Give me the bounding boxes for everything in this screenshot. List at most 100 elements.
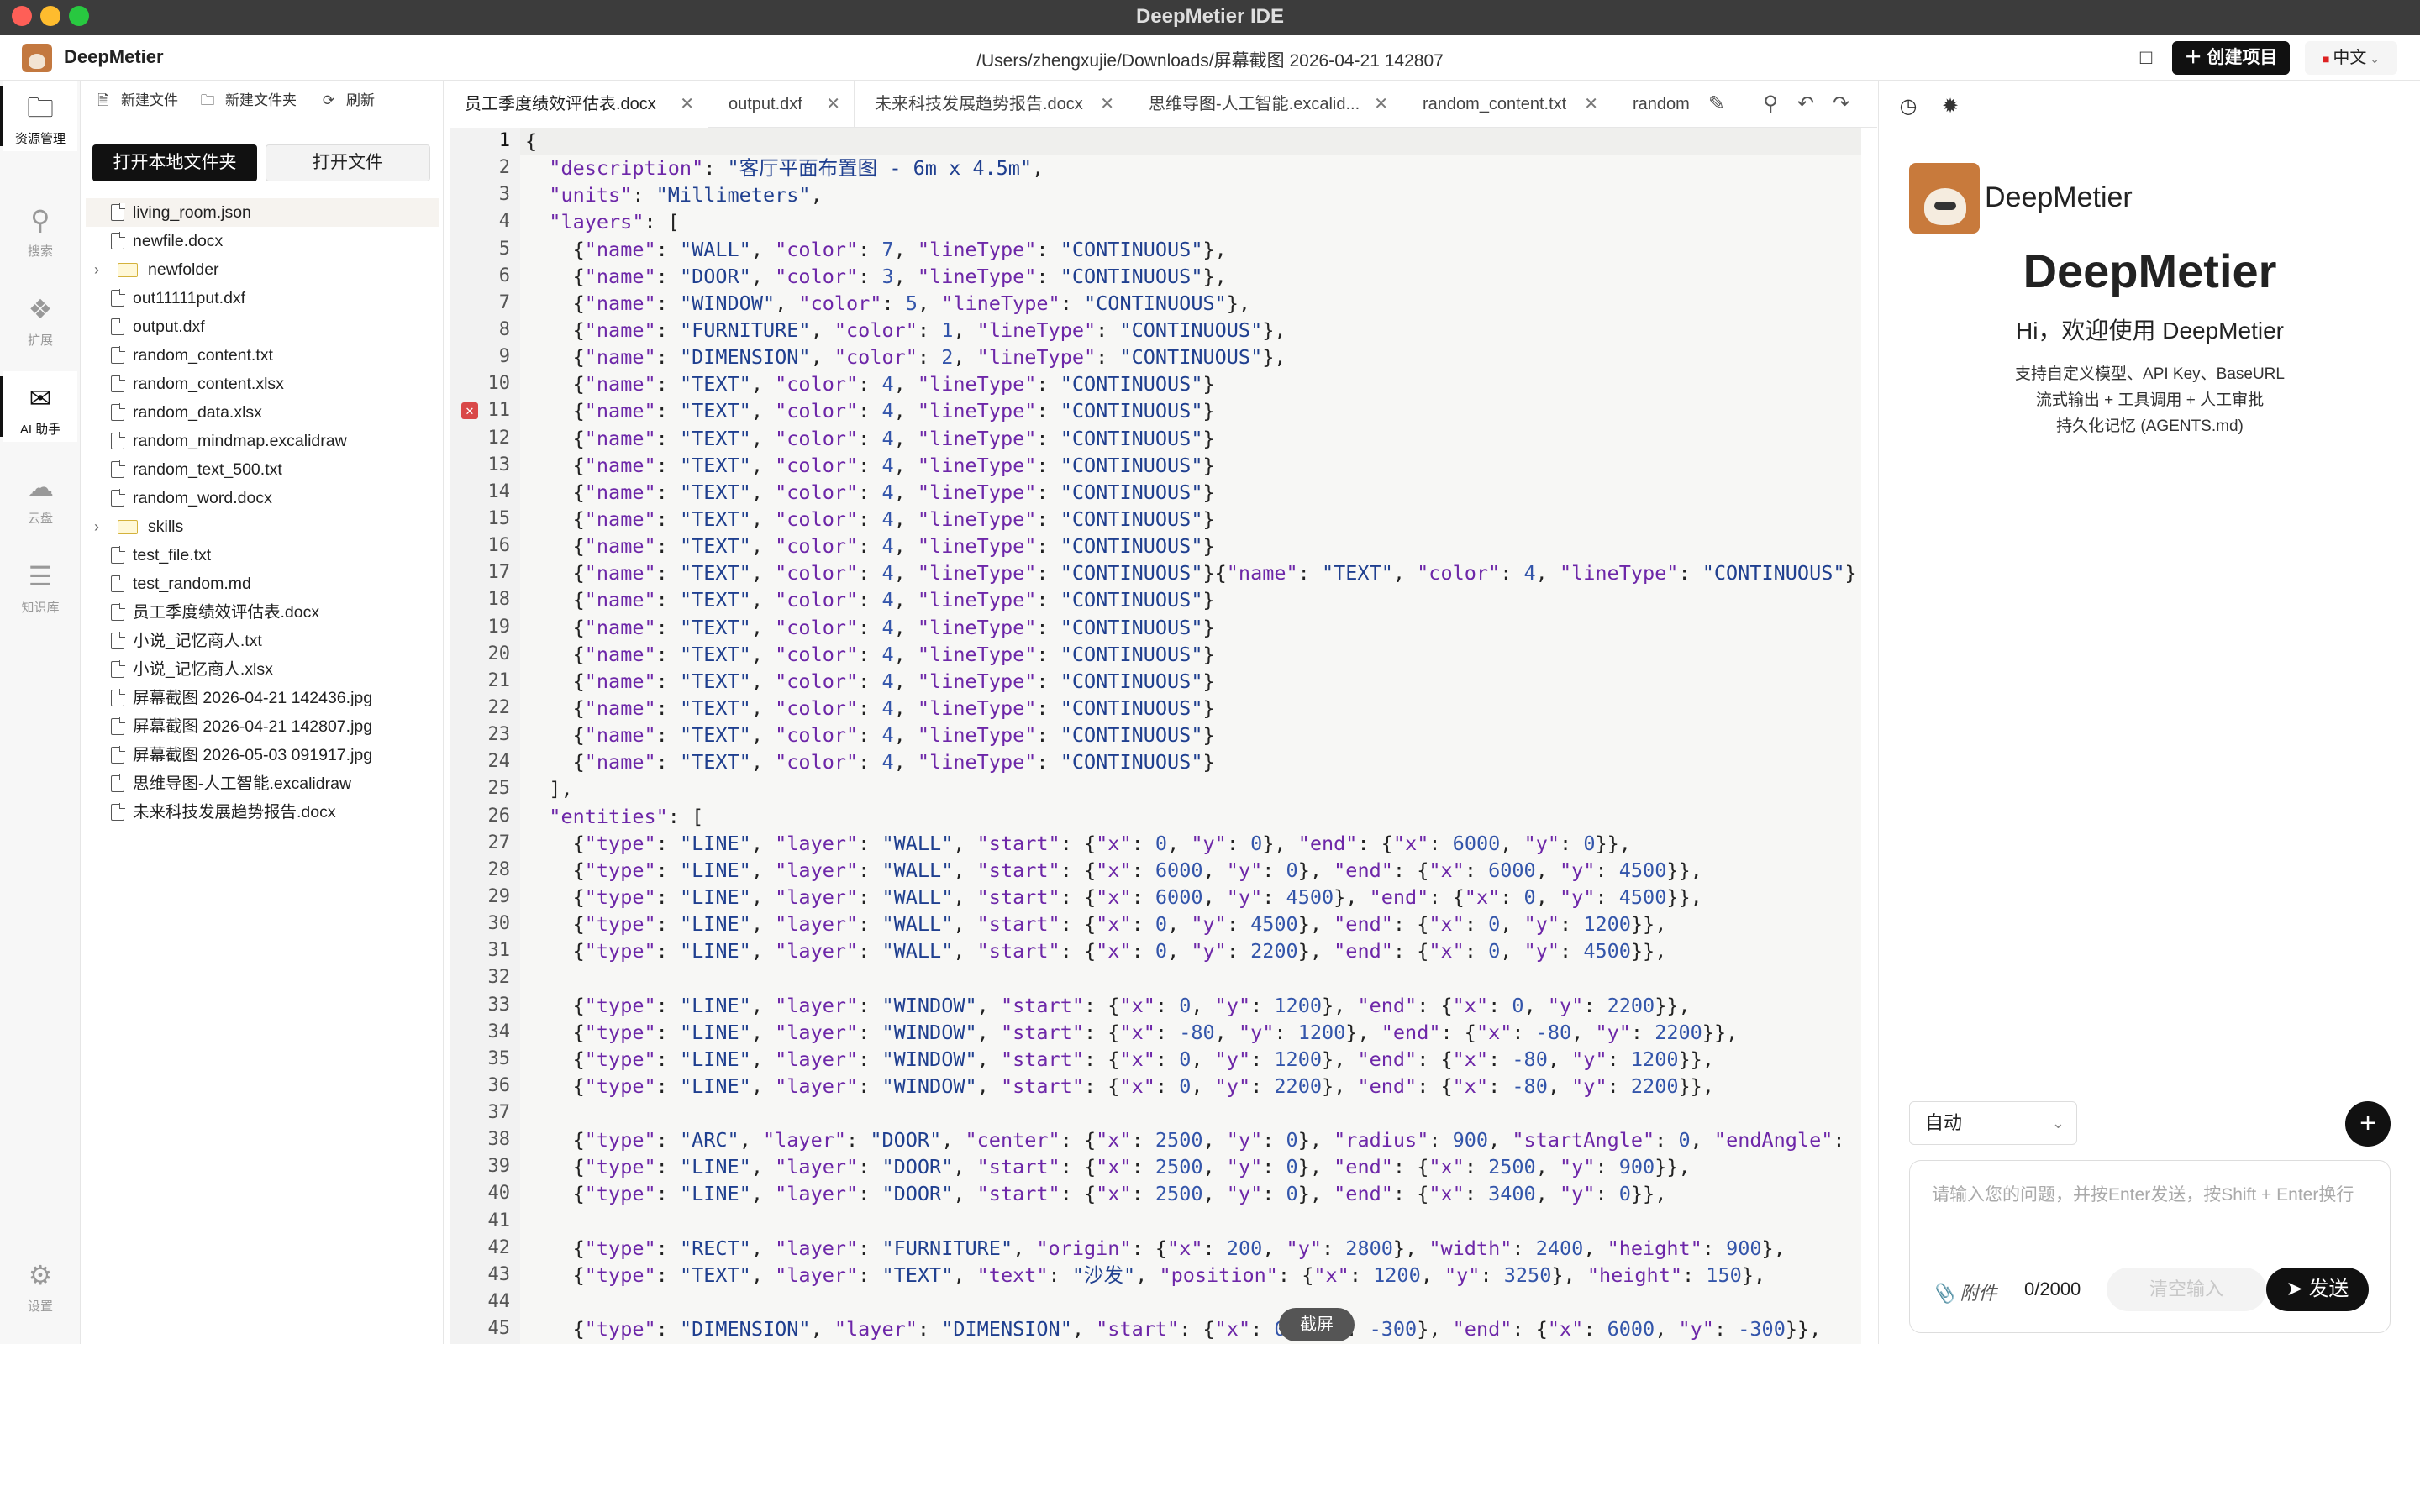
tab-mindmap[interactable]: 思维导图-人工智能.excalid... ✕ <box>1128 81 1402 128</box>
tree-item-label: newfile.docx <box>133 232 224 250</box>
tab-output-dxf[interactable]: output.dxf ✕ <box>708 81 855 128</box>
header-bar: DeepMetier /Users/zhengxujie/Downloads/屏… <box>0 35 2420 81</box>
paperclip-icon: 📎 <box>1932 1283 1960 1304</box>
create-project-button[interactable]: ＋ 创建项目 <box>2172 41 2290 75</box>
tree-file[interactable]: random_word.docx <box>86 484 439 512</box>
new-file-button[interactable]: 🗎 新建文件 <box>94 91 178 111</box>
folder-icon <box>118 520 138 534</box>
file-icon <box>111 575 125 592</box>
redo-icon[interactable]: ↷ <box>1829 92 1853 116</box>
file-icon <box>111 746 125 764</box>
tree-file[interactable]: test_file.txt <box>86 541 439 570</box>
new-file-icon: 🗎 <box>97 92 109 108</box>
close-icon[interactable]: ✕ <box>1100 81 1114 128</box>
tree-item-label: out11111put.dxf <box>133 289 246 307</box>
model-icon[interactable]: ✹ <box>1938 94 1963 119</box>
editor-tabs: 员工季度绩效评估表.docx ✕ output.dxf ✕ 未来科技发展趋势报告.d… <box>445 81 1877 128</box>
tree-file[interactable]: living_room.json <box>86 198 439 227</box>
chevron-right-icon[interactable]: › <box>94 255 106 284</box>
history-icon[interactable]: ◷ <box>1896 94 1921 119</box>
code-area[interactable]: { "description": "客厅平面布置图 - 6m x 4.5m", … <box>520 128 1861 1344</box>
tree-file[interactable]: newfile.docx <box>86 227 439 255</box>
tree-file[interactable]: test_random.md <box>86 570 439 598</box>
close-icon[interactable]: ✕ <box>1584 81 1598 128</box>
close-icon[interactable]: ✕ <box>1374 81 1388 128</box>
chat-input-box: 📎 附件 0/2000 清空输入 ➤ 发送 <box>1909 1160 2391 1333</box>
tree-file[interactable]: 屏幕截图 2026-05-03 091917.jpg <box>86 741 439 769</box>
tree-file[interactable]: 未来科技发展趋势报告.docx <box>86 798 439 827</box>
tab-future-report[interactable]: 未来科技发展趋势报告.docx ✕ <box>855 81 1128 128</box>
refresh-button[interactable]: ⟳ 刷新 <box>319 91 375 111</box>
activity-knowledge[interactable]: ☰ 知识库 <box>3 549 77 620</box>
line-number: 25 <box>487 778 511 800</box>
tree-folder[interactable]: › skills <box>86 512 439 541</box>
tree-file[interactable]: 屏幕截图 2026-04-21 142807.jpg <box>86 712 439 741</box>
activity-explorer[interactable]: 🗀 资源管理 <box>0 81 77 151</box>
feature-desc-3: 持久化记忆 (AGENTS.md) <box>2056 417 2244 435</box>
code-line: {"name": "TEXT", "color": 4, "lineType":… <box>525 480 1215 504</box>
close-icon[interactable]: ✕ <box>826 81 840 128</box>
code-line: {"type": "LINE", "layer": "WINDOW", "sta… <box>525 1020 1739 1044</box>
send-icon: ➤ <box>2286 1278 2309 1300</box>
line-number: 13 <box>487 454 511 475</box>
mode-select[interactable]: 自动 ⌄ <box>1909 1101 2077 1145</box>
plus-icon: ＋ <box>2184 48 2207 67</box>
tree-file[interactable]: 小说_记忆商人.txt <box>86 627 439 655</box>
tree-file[interactable]: out11111put.dxf <box>86 284 439 312</box>
tab-employee-docx[interactable]: 员工季度绩效评估表.docx ✕ <box>445 81 708 128</box>
activity-settings[interactable]: ⚙ 设置 <box>3 1248 77 1319</box>
tree-file[interactable]: random_content.xlsx <box>86 370 439 398</box>
clear-input-button[interactable]: 清空输入 <box>2107 1268 2266 1311</box>
tree-file[interactable]: output.dxf <box>86 312 439 341</box>
open-local-folder-button[interactable]: 打开本地文件夹 <box>92 144 257 181</box>
minimize-window-button[interactable] <box>40 6 60 26</box>
vertical-scrollbar[interactable] <box>1861 128 1877 1344</box>
new-folder-button[interactable]: 🗀 新建文件夹 <box>198 91 297 111</box>
line-number: 17 <box>487 562 511 584</box>
magic-wand-icon[interactable]: ✎ <box>1705 92 1728 116</box>
line-number: 18 <box>487 589 511 611</box>
search-icon[interactable]: ⚲ <box>1759 92 1782 116</box>
tree-file[interactable]: random_mindmap.excalidraw <box>86 427 439 455</box>
activity-bar: 🗀 资源管理 ⚲ 搜索 ❖ 扩展 ✉ AI 助手 ☁ 云盘 ☰ 知识库 ⚙ 设置 <box>0 81 81 1344</box>
tab-random-more[interactable]: random <box>1612 81 1705 128</box>
add-button[interactable]: + <box>2345 1101 2391 1147</box>
tree-file[interactable]: random_content.txt <box>86 341 439 370</box>
zoom-window-button[interactable] <box>69 6 89 26</box>
chevron-right-icon[interactable]: › <box>94 512 106 541</box>
tree-file[interactable]: 小说_记忆商人.xlsx <box>86 655 439 684</box>
tree-file[interactable]: 员工季度绩效评估表.docx <box>86 598 439 627</box>
tab-random-content[interactable]: random_content.txt ✕ <box>1402 81 1612 128</box>
chat-input[interactable] <box>1932 1181 2369 1248</box>
code-line: {"type": "LINE", "layer": "DOOR", "start… <box>525 1155 1691 1179</box>
gear-icon: ⚙ <box>28 1260 53 1290</box>
ai-assistant-panel: ◷ ✹ DeepMetier DeepMetier Hi，欢迎使用 DeepMe… <box>1878 81 2420 1344</box>
tree-file[interactable]: random_data.xlsx <box>86 398 439 427</box>
close-window-button[interactable] <box>12 6 32 26</box>
activity-extensions[interactable]: ❖ 扩展 <box>3 282 77 353</box>
send-button[interactable]: ➤ 发送 <box>2266 1268 2369 1311</box>
open-file-button[interactable]: 打开文件 <box>266 144 430 181</box>
tree-file[interactable]: 思维导图-人工智能.excalidraw <box>86 769 439 798</box>
line-number: 23 <box>487 724 511 746</box>
language-select[interactable]: ■ 中文 ⌄ <box>2305 41 2397 75</box>
line-number: 28 <box>487 858 511 880</box>
activity-search[interactable]: ⚲ 搜索 <box>3 193 77 264</box>
undo-icon[interactable]: ↶ <box>1794 92 1818 116</box>
tree-folder[interactable]: › newfolder <box>86 255 439 284</box>
error-icon[interactable]: ✕ <box>461 402 478 420</box>
folder-icon: 🗀 <box>26 92 54 123</box>
line-number: 29 <box>487 885 511 907</box>
line-number: 26 <box>487 805 511 827</box>
code-line: {"type": "LINE", "layer": "WINDOW", "sta… <box>525 993 1691 1017</box>
activity-ai-assistant[interactable]: ✉ AI 助手 <box>0 371 77 442</box>
activity-cloud[interactable]: ☁ 云盘 <box>3 460 77 531</box>
screenshot-button[interactable]: 截屏 <box>1279 1308 1355 1341</box>
line-number-gutter: 1 2 3 4 5 6 7 8 9 10 11 ✕ 12 13 14 15 16 17 18 19 20 21 22 23 24… <box>450 128 520 1344</box>
message-icon[interactable]: □ <box>2134 47 2158 69</box>
attach-button[interactable]: 📎 附件 <box>1932 1278 1997 1305</box>
line-number: 34 <box>487 1021 511 1042</box>
tree-file[interactable]: 屏幕截图 2026-04-21 142436.jpg <box>86 684 439 712</box>
close-icon[interactable]: ✕ <box>680 81 694 128</box>
tree-file[interactable]: random_text_500.txt <box>86 455 439 484</box>
